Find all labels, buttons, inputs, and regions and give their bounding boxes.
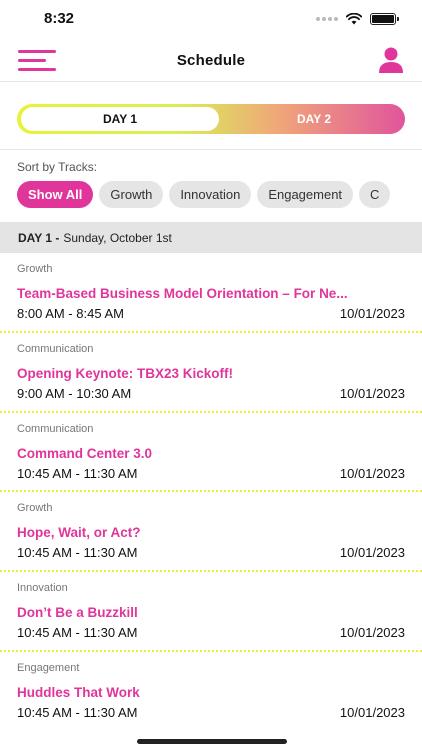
session-title[interactable]: Team-Based Business Model Orientation – …	[17, 286, 405, 301]
tab-day-1[interactable]: DAY 1	[21, 107, 219, 131]
chip-communication[interactable]: C	[359, 181, 391, 208]
session-title[interactable]: Opening Keynote: TBX23 Kickoff!	[17, 366, 405, 381]
app-header: Schedule	[0, 40, 422, 82]
session-date: 10/01/2023	[339, 465, 405, 481]
session-time: 10:45 AM - 11:30 AM	[17, 625, 138, 641]
session-track: Communication	[17, 342, 94, 355]
session-time: 10:45 AM - 11:30 AM	[17, 704, 138, 720]
session-date: 10/01/2023	[339, 704, 405, 720]
status-time: 8:32	[44, 10, 75, 27]
day-toggle: DAY 1 DAY 2	[17, 104, 405, 134]
session-date: 10/01/2023	[339, 306, 405, 321]
signal-icon	[316, 17, 338, 21]
track-filter-chips: Show All Growth Innovation Engagement C	[17, 181, 391, 208]
sort-label: Sort by Tracks:	[17, 160, 98, 174]
wifi-icon	[346, 13, 362, 25]
status-bar: 8:32	[0, 0, 422, 40]
day-section-header: DAY 1 - Sunday, October 1st	[0, 222, 422, 253]
session-item[interactable]: Growth Team-Based Business Model Orienta…	[0, 253, 422, 333]
session-time: 8:00 AM - 8:45 AM	[17, 306, 124, 321]
session-time: 10:45 AM - 11:30 AM	[17, 465, 138, 481]
session-date: 10/01/2023	[339, 545, 405, 561]
chip-engagement[interactable]: Engagement	[257, 181, 354, 208]
session-title[interactable]: Hope, Wait, or Act?	[17, 525, 405, 540]
session-item[interactable]: Innovation Don’t Be a Buzzkill 10:45 AM …	[0, 572, 422, 652]
chip-growth[interactable]: Growth	[99, 181, 164, 208]
session-item[interactable]: Engagement Huddles That Work 10:45 AM - …	[0, 652, 422, 732]
tab-day-2[interactable]: DAY 2	[227, 107, 401, 131]
home-indicator	[137, 739, 287, 744]
day-header-label: DAY 1 -	[18, 230, 60, 245]
status-icons	[316, 13, 399, 25]
session-item[interactable]: Communication Opening Keynote: TBX23 Kic…	[0, 333, 422, 413]
session-date: 10/01/2023	[339, 625, 405, 641]
session-track: Growth	[17, 263, 53, 275]
chip-innovation[interactable]: Innovation	[169, 181, 252, 208]
battery-icon	[370, 13, 399, 25]
session-time: 10:45 AM - 11:30 AM	[17, 545, 138, 561]
session-title[interactable]: Huddles That Work	[17, 685, 405, 700]
divider	[0, 149, 422, 150]
session-track: Communication	[17, 422, 94, 435]
session-track: Engagement	[17, 661, 80, 674]
session-item[interactable]: Communication Command Center 3.0 10:45 A…	[0, 413, 422, 493]
session-track: Growth	[17, 502, 53, 515]
session-title[interactable]: Command Center 3.0	[17, 446, 405, 461]
session-title[interactable]: Don’t Be a Buzzkill	[17, 605, 405, 620]
session-date: 10/01/2023	[339, 385, 405, 401]
session-time: 9:00 AM - 10:30 AM	[17, 385, 132, 401]
page-title: Schedule	[176, 52, 246, 69]
chip-show-all[interactable]: Show All	[17, 181, 94, 208]
session-item[interactable]: Growth Hope, Wait, or Act? 10:45 AM - 11…	[0, 492, 422, 573]
day-header-date: Sunday, October 1st	[63, 230, 172, 245]
session-list: Growth Team-Based Business Model Orienta…	[0, 253, 422, 732]
user-profile-icon[interactable]	[378, 46, 404, 74]
session-track: Innovation	[17, 582, 68, 595]
